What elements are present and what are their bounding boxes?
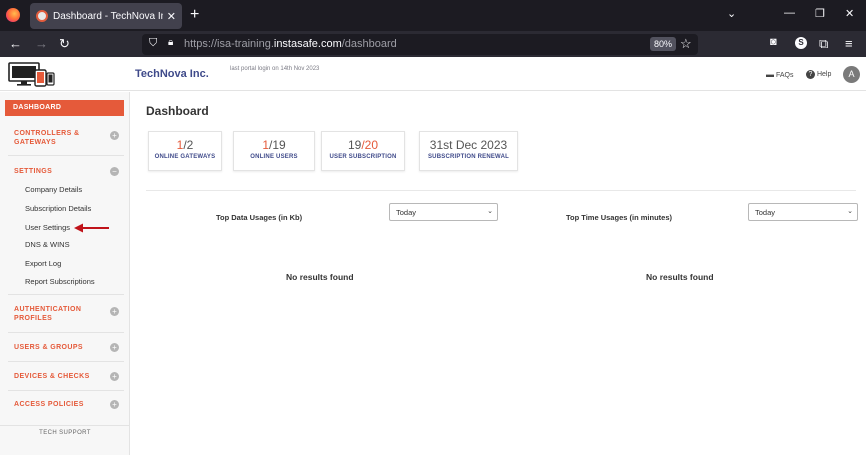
new-tab-icon[interactable]: + (190, 6, 199, 24)
stat-card-subscription-renewal[interactable]: 31st Dec 2023 SUBSCRIPTION RENEWAL (419, 131, 518, 171)
stat-value: 1/2 (176, 138, 194, 152)
user-avatar[interactable]: A (843, 66, 860, 83)
back-icon[interactable]: ← (9, 36, 22, 51)
expand-icon[interactable]: + (110, 307, 119, 316)
nav-bar: ← → ↻ ⛉ 🔒︎ https://isa-training.instasaf… (0, 31, 866, 57)
stat-label: USER SUBSCRIPTION (329, 154, 397, 160)
sidebar-section-users-groups[interactable]: USERS & GROUPS (14, 343, 83, 352)
extensions-icon[interactable]: ⧉ (819, 36, 828, 52)
bookmark-star-icon[interactable]: ☆ (680, 36, 692, 52)
main-content: Dashboard 1/2 ONLINE GATEWAYS 1/19 ONLIN… (131, 92, 866, 455)
sidebar-item-user-settings[interactable]: User Settings (25, 223, 70, 232)
browser-chrome: Dashboard - TechNova Inc. | Inc ✕ + ⌄ — … (0, 0, 866, 57)
sidebar-item-subscription-details[interactable]: Subscription Details (25, 204, 91, 213)
firefox-icon[interactable] (6, 8, 20, 22)
expand-icon[interactable]: + (110, 343, 119, 352)
stat-label: ONLINE GATEWAYS (154, 154, 216, 160)
sidebar-item-company-details[interactable]: Company Details (25, 185, 82, 194)
stat-label: ONLINE USERS (250, 154, 298, 160)
widget-title-data-usage: Top Data Usages (in Kb) (216, 213, 303, 222)
reload-icon[interactable]: ↻ (59, 36, 70, 52)
close-tab-icon[interactable]: ✕ (167, 10, 176, 23)
lock-icon[interactable]: 🔒︎ (168, 37, 173, 48)
company-name: TechNova Inc. (135, 68, 209, 80)
help-link[interactable]: ? Help (806, 70, 831, 79)
sidebar-item-dns-wins[interactable]: DNS & WINS (25, 240, 70, 249)
forward-icon[interactable]: → (35, 36, 48, 51)
account-icon[interactable]: S (795, 37, 807, 49)
stat-value: 1/19 (262, 138, 286, 152)
sidebar-item-report-subscriptions[interactable]: Report Subscriptions (25, 277, 95, 286)
tab-bar: Dashboard - TechNova Inc. | Inc ✕ + ⌄ — … (0, 0, 866, 31)
sidebar-section-controllers-gateways[interactable]: CONTROLLERS & GATEWAYS (14, 129, 92, 147)
last-login-text: last portal login on 14th Nov 2023 (230, 66, 320, 72)
browser-tab[interactable]: Dashboard - TechNova Inc. | Inc ✕ (30, 3, 182, 29)
pocket-icon[interactable]: ◙ (770, 36, 777, 48)
data-usage-period-select[interactable]: Today ⌄ (389, 203, 498, 221)
chevron-down-icon: ⌄ (847, 208, 853, 215)
stat-label: SUBSCRIPTION RENEWAL (427, 154, 509, 160)
time-usage-period-select[interactable]: Today ⌄ (748, 203, 858, 221)
stat-card-online-gateways[interactable]: 1/2 ONLINE GATEWAYS (148, 131, 222, 171)
collapse-icon[interactable]: − (110, 167, 119, 176)
sidebar-section-authentication-profiles[interactable]: AUTHENTICATION PROFILES (14, 305, 94, 323)
chevron-down-icon: ⌄ (487, 208, 493, 215)
expand-icon[interactable]: + (110, 372, 119, 381)
stat-value: 31st Dec 2023 (429, 138, 508, 152)
divider (8, 361, 124, 362)
shield-icon[interactable]: ⛉ (149, 37, 157, 50)
pointer-arrow-icon (74, 223, 109, 233)
sidebar-item-dashboard[interactable]: DASHBOARD (5, 100, 124, 116)
faqs-link[interactable]: ▬ FAQs (766, 70, 793, 79)
zoom-level[interactable]: 80% (650, 37, 677, 51)
restore-icon[interactable]: ❐ (815, 7, 825, 20)
menu-icon[interactable]: ≡ (845, 36, 853, 51)
divider (8, 390, 124, 391)
tab-favicon-icon (36, 10, 48, 22)
url-bar[interactable]: ⛉ 🔒︎ https://isa-training.instasafe.com/… (142, 34, 698, 55)
sidebar-section-devices-checks[interactable]: DEVICES & CHECKS (14, 372, 90, 381)
divider (146, 190, 856, 191)
divider (8, 332, 124, 333)
no-results-text: No results found (286, 272, 354, 282)
help-icon: ? (806, 70, 815, 79)
no-results-text: No results found (646, 272, 714, 282)
divider (0, 425, 129, 426)
sidebar-item-export-log[interactable]: Export Log (25, 259, 61, 268)
tab-title: Dashboard - TechNova Inc. | Inc (53, 10, 163, 22)
sidebar: DASHBOARD CONTROLLERS & GATEWAYS + SETTI… (0, 92, 130, 455)
tab-list-chevron-icon[interactable]: ⌄ (727, 7, 736, 20)
sidebar-section-settings[interactable]: SETTINGS (14, 167, 52, 176)
app-header: TechNova Inc. last portal login on 14th … (0, 57, 866, 91)
url-text[interactable]: https://isa-training.instasafe.com/dashb… (184, 38, 397, 50)
stat-card-online-users[interactable]: 1/19 ONLINE USERS (233, 131, 315, 171)
tech-support-link[interactable]: TECH SUPPORT (0, 430, 129, 436)
chat-icon: ▬ (766, 70, 774, 79)
divider (8, 155, 124, 156)
expand-icon[interactable]: + (110, 131, 119, 140)
expand-icon[interactable]: + (110, 400, 119, 409)
company-logo (8, 62, 55, 87)
stat-value: 19/20 (347, 138, 379, 152)
stat-card-user-subscription[interactable]: 19/20 USER SUBSCRIPTION (321, 131, 405, 171)
page-title: Dashboard (146, 104, 209, 118)
divider (8, 294, 124, 295)
close-window-icon[interactable]: ✕ (845, 7, 854, 20)
widget-title-time-usage: Top Time Usages (in minutes) (566, 213, 672, 222)
minimize-icon[interactable]: — (784, 7, 795, 19)
sidebar-section-access-policies[interactable]: ACCESS POLICIES (14, 400, 84, 409)
